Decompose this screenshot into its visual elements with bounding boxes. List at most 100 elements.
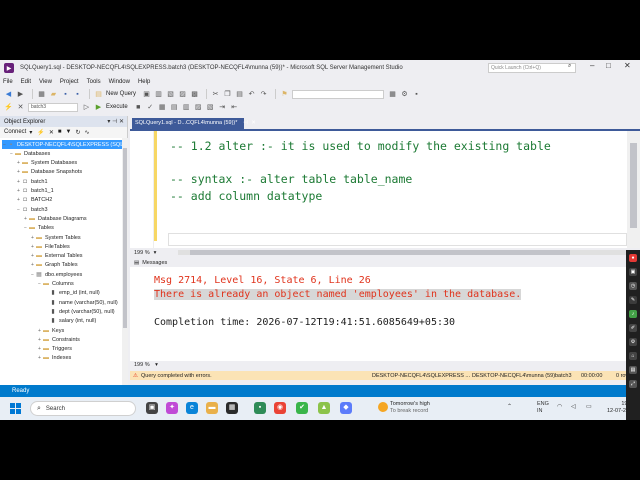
mdx-icon[interactable]: ▥ [154,90,163,99]
disconnect-icon[interactable]: ✕ [16,103,25,112]
camera-icon[interactable]: ▣ [629,268,637,276]
close-icon[interactable]: ✕ [624,61,631,70]
expand-icon[interactable]: + [37,346,42,352]
comment-icon[interactable]: ▨ [194,103,203,112]
code-line[interactable]: -- add column datatype [170,189,322,203]
filter-icon[interactable]: ▼ [66,129,72,135]
tab-sqlquery1[interactable]: SQLQuery1.sql - D...CQFL4\munna (59))* ⊣… [132,118,256,129]
app-icon[interactable]: ✔ [296,402,308,414]
maximize-icon[interactable]: □ [606,61,611,70]
expand-icon[interactable]: + [16,169,21,175]
editor-zoom[interactable]: 199 % [134,250,150,256]
task-view-icon[interactable]: ▣ [146,402,158,414]
scrollbar-thumb[interactable] [630,143,637,228]
tree-node[interactable]: ▮ name (varchar(50), null) [44,298,117,307]
messages-pane[interactable]: Msg 2714, Level 16, State 6, Line 26 The… [130,267,627,361]
scrollbar-thumb[interactable] [190,250,570,255]
weather-widget[interactable]: Tomorrow's high To break record [378,401,430,415]
forward-icon[interactable]: ▶ [16,90,25,99]
pen-icon[interactable]: ✐ [629,324,637,332]
indent-icon[interactable]: ⇥ [218,103,227,112]
expand-icon[interactable]: + [30,235,35,241]
copilot-icon[interactable]: ✦ [166,402,178,414]
connect-button[interactable]: Connect [4,129,26,135]
expand-icon[interactable]: + [30,244,35,250]
scrollbar-thumb[interactable] [123,148,127,328]
save-all-icon[interactable]: ▪ [73,90,82,99]
edge-icon[interactable]: e [186,402,198,414]
menu-window[interactable]: Window [109,79,130,85]
new-query-icon[interactable]: ▤ [94,90,103,99]
menu-edit[interactable]: Edit [21,79,31,85]
tree-node[interactable]: ▮ emp_id (int, null) [44,289,99,298]
save-icon[interactable]: ▪ [61,90,70,99]
xmla-icon[interactable]: ▨ [178,90,187,99]
tab-messages[interactable]: ▤ Messages [130,258,190,267]
expand-icon[interactable]: + [30,262,35,268]
sql-editor[interactable]: -- 1.2 alter :- it is used to modify the… [130,131,627,248]
debug-icon[interactable]: ▷ [82,103,91,112]
menu-project[interactable]: Project [60,79,79,85]
expand-icon[interactable]: + [37,355,42,361]
file-explorer-icon[interactable]: ▬ [206,402,218,414]
tree-node[interactable]: + ▬ Triggers [37,345,72,354]
search-icon[interactable]: ⌕ [568,63,571,70]
expand-icon[interactable]: + [16,179,21,185]
expand-icon[interactable]: + [30,253,35,259]
parse-icon[interactable]: ✓ [146,103,155,112]
connect-icon[interactable]: ⚡ [4,103,13,112]
volume-icon[interactable]: ◁ [571,403,576,410]
properties-icon[interactable]: ⚙ [400,90,409,99]
mic-icon[interactable]: ♪ [629,310,637,318]
quick-launch-input[interactable]: Quick Launch (Ctrl+Q) [488,63,576,73]
home-icon[interactable]: ⌂ [629,352,637,360]
tree-node[interactable]: + ▬ FileTables [30,242,70,251]
tree-node[interactable]: + ▬ System Tables [30,233,81,242]
menu-file[interactable]: File [3,79,13,85]
tree-node[interactable]: + ▬ Database Diagrams [23,214,87,223]
taskbar-search[interactable]: ⌕ Search [30,401,136,416]
code-line[interactable]: -- 1.2 alter :- it is used to modify the… [170,139,551,153]
object-explorer-scrollbar[interactable] [122,138,128,409]
wifi-icon[interactable]: ◠ [557,403,562,410]
collapse-icon[interactable]: − [30,272,35,278]
collapse-icon[interactable]: − [2,142,7,148]
pin-icon[interactable]: ⊣ [243,120,248,126]
brush-icon[interactable]: ✎ [629,296,637,304]
expand-icon[interactable]: + [16,160,21,166]
stop-icon[interactable]: ■ [58,129,62,135]
tree-node[interactable]: − ▬ Columns [37,280,74,289]
uncomment-icon[interactable]: ▧ [206,103,215,112]
tray-chevron-icon[interactable]: ⌃ [507,403,512,410]
pin-icon[interactable]: ▾ ⊣ ✕ [107,118,124,125]
copy-icon[interactable]: ❐ [223,90,232,99]
tree-node[interactable]: + ◘ BATCH2 [16,196,52,205]
expand-icon[interactable]: + [37,337,42,343]
outdent-icon[interactable]: ⇤ [230,103,239,112]
results-zoom[interactable]: 199 % ▾ [130,361,627,370]
expand-icon[interactable]: ⤢ [629,380,637,388]
cancel-query-icon[interactable]: ■ [134,103,143,112]
cut-icon[interactable]: ✂ [211,90,220,99]
language-indicator[interactable]: ENG IN [537,401,549,415]
tree-node[interactable]: − ▬ Tables [23,224,54,233]
dax-icon[interactable]: ▩ [190,90,199,99]
zoom-dropdown-icon[interactable]: ▾ [154,250,157,256]
code-line[interactable]: -- syntax :- alter table table_name [170,172,412,186]
redo-icon[interactable]: ↷ [259,90,268,99]
find-dropdown[interactable] [292,89,385,99]
expand-icon[interactable]: + [37,328,42,334]
paste-icon[interactable]: ▤ [235,90,244,99]
dmx-icon[interactable]: ▧ [166,90,175,99]
solution-explorer-icon[interactable]: ▦ [388,90,397,99]
expand-icon[interactable]: + [23,216,28,222]
tree-node[interactable]: + ▬ Indexes [37,354,71,363]
undo-icon[interactable]: ↶ [247,90,256,99]
tree-node[interactable]: + ▬ External Tables [30,252,82,261]
record-icon[interactable]: ● [629,254,637,262]
connect-dropdown-icon[interactable]: ▾ [29,129,32,136]
tree-node[interactable]: + ▬ Database Snapshots [16,168,82,177]
store-icon[interactable]: ▦ [226,402,238,414]
collapse-icon[interactable]: − [23,225,28,231]
open-file-icon[interactable]: ▰ [49,90,58,99]
